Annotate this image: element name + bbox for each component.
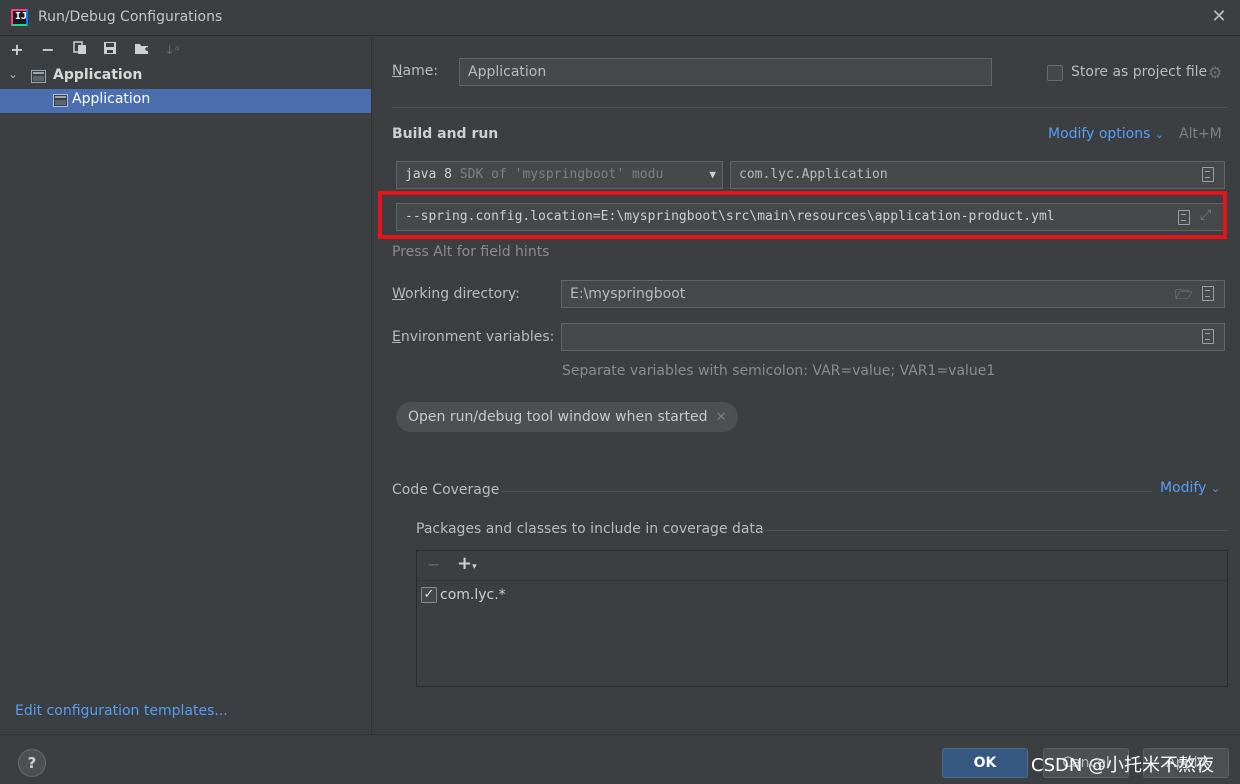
modify-options-text: Modify options xyxy=(1048,126,1151,142)
help-button[interactable]: ? xyxy=(18,749,46,777)
coverage-separator xyxy=(501,491,1152,492)
chevron-down-icon[interactable]: ⌄ xyxy=(8,67,18,81)
main-class-value: com.lyc.Application xyxy=(739,167,888,182)
intellij-app-icon: IJ xyxy=(11,9,28,26)
window-title: Run/Debug Configurations xyxy=(38,9,223,25)
name-label: Name: xyxy=(392,63,439,79)
new-folder-icon[interactable] xyxy=(131,39,153,61)
working-dir-label-text: orking directory: xyxy=(405,286,520,302)
separator xyxy=(392,107,1228,108)
open-tool-window-chip[interactable]: Open run/debug tool window when started ✕ xyxy=(396,402,739,432)
chip-label: Open run/debug tool window when started xyxy=(408,409,708,425)
package-name: com.lyc.* xyxy=(440,587,506,603)
add-icon[interactable]: + xyxy=(6,39,28,61)
store-project-checkbox[interactable] xyxy=(1047,65,1063,81)
env-field[interactable] xyxy=(561,323,1225,351)
copy-icon[interactable] xyxy=(69,39,91,61)
ok-button[interactable]: OK xyxy=(942,748,1028,778)
title-bar: IJ Run/Debug Configurations ✕ xyxy=(0,0,1240,36)
jre-value: java 8 xyxy=(405,167,452,182)
packages-table: − +▾ ✓ com.lyc.* xyxy=(416,550,1228,687)
packages-title: Packages and classes to include in cover… xyxy=(416,521,764,537)
main-class-field[interactable]: com.lyc.Application xyxy=(730,161,1225,189)
working-dir-label: Working directory: xyxy=(392,286,520,302)
browse-class-icon[interactable] xyxy=(1202,167,1214,182)
tree-item-application[interactable]: Application xyxy=(0,89,371,113)
application-config-icon xyxy=(31,70,46,83)
env-hint: Separate variables with semicolon: VAR=v… xyxy=(562,363,996,379)
edit-templates-link[interactable]: Edit configuration templates... xyxy=(15,703,228,719)
env-browse-icon[interactable] xyxy=(1202,329,1214,344)
tree-child-label: Application xyxy=(72,91,151,107)
chevron-down-icon: ⌄ xyxy=(1210,482,1221,495)
working-dir-macro-icon[interactable] xyxy=(1202,286,1214,301)
coverage-modify-link[interactable]: Modify ⌄ xyxy=(1160,480,1220,496)
modify-options-shortcut: Alt+M xyxy=(1179,126,1222,142)
add-package-icon[interactable]: +▾ xyxy=(457,553,477,574)
folder-icon[interactable]: 🗁 xyxy=(1175,284,1192,308)
tree-item-application-group[interactable]: ⌄ Application xyxy=(0,65,372,89)
chevron-down-icon: ⌄ xyxy=(1154,128,1165,141)
watermark: CSDN @小托米不熬夜 xyxy=(1031,755,1215,776)
sort-icon[interactable]: ↓ᵃ xyxy=(161,39,183,61)
modify-options-link[interactable]: Modify options ⌄ xyxy=(1048,126,1164,142)
name-field[interactable]: Application xyxy=(459,58,992,86)
remove-icon[interactable]: − xyxy=(37,39,59,61)
tree-toolbar: + − ↓ᵃ xyxy=(0,37,372,63)
env-label: Environment variables: xyxy=(392,329,555,345)
field-hint: Press Alt for field hints xyxy=(392,244,550,260)
dropdown-arrow-icon: ▼ xyxy=(709,168,716,181)
build-run-title: Build and run xyxy=(392,126,499,142)
coverage-title: Code Coverage xyxy=(392,482,500,498)
close-icon[interactable]: ✕ xyxy=(1208,6,1230,28)
dialog-button-bar: ? OK Cancel Apply CSDN @小托米不熬夜 xyxy=(0,734,1240,784)
application-config-icon xyxy=(53,94,68,107)
packages-separator xyxy=(759,530,1228,531)
package-checkbox[interactable]: ✓ xyxy=(421,587,437,603)
config-tree-panel: + − ↓ᵃ ⌄ Application Application Edit co… xyxy=(0,37,372,734)
env-label-text: nvironment variables: xyxy=(400,329,555,345)
config-form: Name: Application Store as project file … xyxy=(373,37,1240,734)
remove-icon[interactable]: − xyxy=(427,555,440,574)
jre-select[interactable]: java 8 SDK of 'myspringboot' modu ▼ xyxy=(396,161,723,189)
red-highlight-box xyxy=(378,191,1227,239)
tree-root-label: Application xyxy=(53,67,143,83)
store-project-label: Store as project file xyxy=(1071,64,1208,80)
jre-hint: SDK of 'myspringboot' modu xyxy=(459,167,664,182)
close-icon[interactable]: ✕ xyxy=(716,410,727,425)
coverage-modify-text: Modify xyxy=(1160,480,1207,496)
working-dir-field[interactable]: E:\myspringboot xyxy=(561,280,1225,308)
packages-toolbar: − +▾ xyxy=(417,551,1227,581)
gear-icon[interactable]: ⚙ xyxy=(1208,63,1222,82)
save-icon[interactable] xyxy=(99,39,121,61)
name-label-text: ame: xyxy=(402,63,439,79)
